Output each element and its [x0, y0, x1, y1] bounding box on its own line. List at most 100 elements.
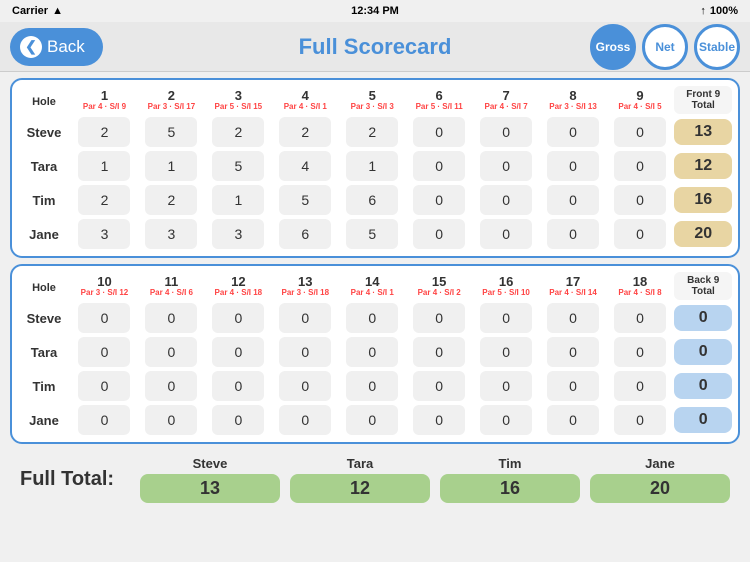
score-cell[interactable]: 0 — [72, 302, 137, 334]
score-cell[interactable]: 5 — [206, 150, 271, 182]
score-cell[interactable]: 0 — [273, 336, 338, 368]
score-cell[interactable]: 0 — [407, 116, 472, 148]
score-cell[interactable]: 0 — [608, 404, 673, 436]
score-cell[interactable]: 5 — [340, 218, 405, 250]
score-cell[interactable]: 2 — [206, 116, 271, 148]
score-cell[interactable]: 6 — [340, 184, 405, 216]
score-cell[interactable]: 0 — [474, 116, 539, 148]
hole4-header: 4Par 4 · S/I 1 — [273, 86, 338, 114]
back-total-header: Back 9Total — [674, 272, 732, 300]
score-cell[interactable]: 0 — [541, 404, 606, 436]
score-cell[interactable]: 0 — [474, 370, 539, 402]
score-cell[interactable]: 0 — [407, 184, 472, 216]
score-cell[interactable]: 4 — [273, 150, 338, 182]
score-cell[interactable]: 0 — [407, 302, 472, 334]
score-cell[interactable]: 1 — [206, 184, 271, 216]
score-cell[interactable]: 0 — [273, 370, 338, 402]
score-cell[interactable]: 0 — [407, 370, 472, 402]
score-cell[interactable]: 0 — [608, 302, 673, 334]
full-total-score: 13 — [140, 474, 280, 503]
score-cell[interactable]: 0 — [541, 150, 606, 182]
score-cell[interactable]: 0 — [139, 404, 204, 436]
back-nine-row-tara: Tara0000000000 — [18, 336, 732, 368]
score-cell[interactable]: 0 — [608, 218, 673, 250]
score-cell[interactable]: 1 — [72, 150, 137, 182]
score-cell[interactable]: 0 — [72, 336, 137, 368]
back-label: Back — [47, 37, 85, 57]
net-tab[interactable]: Net — [642, 24, 688, 70]
score-cell[interactable]: 1 — [340, 150, 405, 182]
score-cell[interactable]: 0 — [474, 184, 539, 216]
score-cell[interactable]: 3 — [206, 218, 271, 250]
score-cell[interactable]: 5 — [273, 184, 338, 216]
score-cell[interactable]: 0 — [206, 370, 271, 402]
score-cell[interactable]: 0 — [474, 302, 539, 334]
score-cell[interactable]: 0 — [608, 116, 673, 148]
score-cell[interactable]: 0 — [206, 404, 271, 436]
score-cell[interactable]: 6 — [273, 218, 338, 250]
back-nine-row-steve: Steve0000000000 — [18, 302, 732, 334]
score-cell[interactable]: 0 — [273, 302, 338, 334]
score-cell[interactable]: 0 — [407, 150, 472, 182]
front-nine-row-tara: Tara11541000012 — [18, 150, 732, 182]
score-cell[interactable]: 0 — [608, 370, 673, 402]
score-cell[interactable]: 2 — [72, 116, 137, 148]
score-cell[interactable]: 0 — [72, 404, 137, 436]
back-total-label: Back 9Total — [674, 272, 732, 300]
back-chevron-icon: ❮ — [20, 36, 42, 58]
hole5-header: 5Par 3 · S/I 3 — [340, 86, 405, 114]
score-cell[interactable]: 0 — [139, 302, 204, 334]
back-total-cell: 0 — [674, 370, 732, 402]
score-cell[interactable]: 0 — [340, 336, 405, 368]
score-cell[interactable]: 0 — [474, 404, 539, 436]
score-cell[interactable]: 0 — [474, 218, 539, 250]
score-cell[interactable]: 0 — [407, 336, 472, 368]
score-cell[interactable]: 5 — [139, 116, 204, 148]
back-nine-table: Hole 10Par 3 · S/I 12 11Par 4 · S/I 6 12… — [16, 270, 734, 438]
score-cell[interactable]: 2 — [139, 184, 204, 216]
score-cell[interactable]: 0 — [541, 370, 606, 402]
score-cell[interactable]: 3 — [72, 218, 137, 250]
score-cell[interactable]: 0 — [340, 302, 405, 334]
score-cell[interactable]: 0 — [541, 116, 606, 148]
score-cell[interactable]: 0 — [474, 150, 539, 182]
back-total-cell: 0 — [674, 404, 732, 436]
score-cell[interactable]: 2 — [273, 116, 338, 148]
back-button[interactable]: ❮ Back — [10, 28, 103, 66]
score-cell[interactable]: 2 — [72, 184, 137, 216]
player-name-tim: Tim — [18, 184, 70, 216]
score-cell[interactable]: 0 — [273, 404, 338, 436]
score-cell[interactable]: 0 — [541, 336, 606, 368]
score-cell[interactable]: 0 — [541, 184, 606, 216]
front-total-cell: 16 — [674, 184, 732, 216]
gross-tab[interactable]: Gross — [590, 24, 636, 70]
score-cell[interactable]: 0 — [206, 302, 271, 334]
score-cell[interactable]: 0 — [340, 370, 405, 402]
score-cell[interactable]: 3 — [139, 218, 204, 250]
hole2-header: 2Par 3 · S/I 17 — [139, 86, 204, 114]
score-cell[interactable]: 0 — [608, 336, 673, 368]
wifi-icon: ▲ — [52, 5, 63, 17]
full-total-player-name: Steve — [193, 456, 228, 471]
score-cell[interactable]: 0 — [474, 336, 539, 368]
full-total-label: Full Total: — [20, 468, 130, 491]
signal-icon: ↑ — [700, 5, 706, 17]
hole13-header: 13Par 3 · S/I 18 — [273, 272, 338, 300]
score-cell[interactable]: 0 — [206, 336, 271, 368]
stable-tab[interactable]: Stable — [694, 24, 740, 70]
score-cell[interactable]: 0 — [608, 150, 673, 182]
score-cell[interactable]: 0 — [541, 302, 606, 334]
score-cell[interactable]: 0 — [608, 184, 673, 216]
score-cell[interactable]: 0 — [72, 370, 137, 402]
score-cell[interactable]: 0 — [139, 336, 204, 368]
full-total-score: 16 — [440, 474, 580, 503]
score-cell[interactable]: 0 — [139, 370, 204, 402]
score-cell[interactable]: 0 — [407, 404, 472, 436]
score-cell[interactable]: 2 — [340, 116, 405, 148]
score-cell[interactable]: 1 — [139, 150, 204, 182]
score-cell[interactable]: 0 — [541, 218, 606, 250]
header: ❮ Back Full Scorecard Gross Net Stable — [0, 22, 750, 72]
score-cell[interactable]: 0 — [340, 404, 405, 436]
score-cell[interactable]: 0 — [407, 218, 472, 250]
player-name-jane: Jane — [18, 218, 70, 250]
